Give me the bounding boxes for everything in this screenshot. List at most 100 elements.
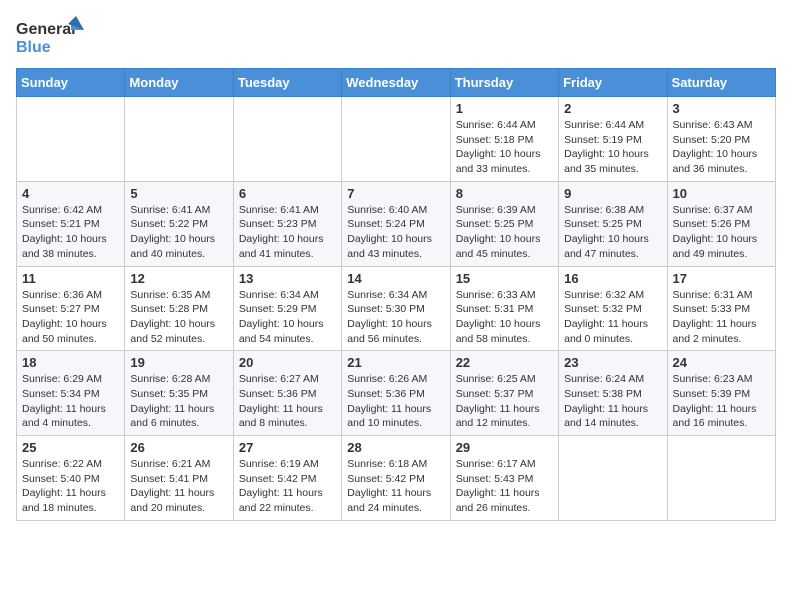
day-number: 21 — [347, 355, 444, 370]
calendar-table: SundayMondayTuesdayWednesdayThursdayFrid… — [16, 68, 776, 521]
day-number: 28 — [347, 440, 444, 455]
day-number: 17 — [673, 271, 770, 286]
day-info: Sunrise: 6:17 AM Sunset: 5:43 PM Dayligh… — [456, 457, 553, 516]
calendar-cell: 5Sunrise: 6:41 AM Sunset: 5:22 PM Daylig… — [125, 181, 233, 266]
calendar-cell: 9 Sunrise: 6:38 AM Sunset: 5:25 PM Daylig… — [559, 181, 667, 266]
calendar-cell: 29 Sunrise: 6:17 AM Sunset: 5:43 PM Dayli… — [450, 436, 558, 521]
day-number: 29 — [456, 440, 553, 455]
calendar-cell — [125, 97, 233, 182]
calendar-cell: 17 Sunrise: 6:31 AM Sunset: 5:33 PM Dayli… — [667, 266, 775, 351]
calendar-cell — [233, 97, 341, 182]
calendar-cell: 24 Sunrise: 6:23 AM Sunset: 5:39 PM Dayli… — [667, 351, 775, 436]
day-number: 9 — [564, 186, 661, 201]
day-number: 24 — [673, 355, 770, 370]
day-info: Sunrise: 6:18 AM Sunset: 5:42 PM Dayligh… — [347, 457, 444, 516]
day-number: 7 — [347, 186, 444, 201]
day-header-wednesday: Wednesday — [342, 69, 450, 97]
day-number: 12 — [130, 271, 227, 286]
calendar-cell: 12 Sunrise: 6:35 AM Sunset: 5:28 PM Dayli… — [125, 266, 233, 351]
day-header-sunday: Sunday — [17, 69, 125, 97]
day-header-monday: Monday — [125, 69, 233, 97]
calendar-cell: 27 Sunrise: 6:19 AM Sunset: 5:42 PM Dayli… — [233, 436, 341, 521]
calendar-cell: 16 Sunrise: 6:32 AM Sunset: 5:32 PM Dayli… — [559, 266, 667, 351]
day-info: Sunrise: 6:44 AM Sunset: 5:19 PM Dayligh… — [564, 118, 661, 177]
day-info: Sunrise: 6:43 AM Sunset: 5:20 PM Dayligh… — [673, 118, 770, 177]
calendar-cell: 25 Sunrise: 6:22 AM Sunset: 5:40 PM Dayli… — [17, 436, 125, 521]
calendar-cell: 1 Sunrise: 6:44 AM Sunset: 5:18 PM Daylig… — [450, 97, 558, 182]
day-info: Sunrise: 6:22 AM Sunset: 5:40 PM Dayligh… — [22, 457, 119, 516]
day-number: 20 — [239, 355, 336, 370]
day-info: Sunrise: 6:24 AM Sunset: 5:38 PM Dayligh… — [564, 372, 661, 431]
day-info: Sunrise: 6:34 AM Sunset: 5:29 PM Dayligh… — [239, 288, 336, 347]
calendar-cell: 28 Sunrise: 6:18 AM Sunset: 5:42 PM Dayli… — [342, 436, 450, 521]
calendar-cell: 19Sunrise: 6:28 AM Sunset: 5:35 PM Dayli… — [125, 351, 233, 436]
day-number: 4 — [22, 186, 119, 201]
day-number: 10 — [673, 186, 770, 201]
page-header: GeneralBlue — [16, 16, 776, 56]
day-info: Sunrise: 6:21 AM Sunset: 5:41 PM Dayligh… — [130, 457, 227, 516]
day-number: 22 — [456, 355, 553, 370]
day-number: 27 — [239, 440, 336, 455]
day-info: Sunrise: 6:44 AM Sunset: 5:18 PM Dayligh… — [456, 118, 553, 177]
day-number: 2 — [564, 101, 661, 116]
day-info: Sunrise: 6:23 AM Sunset: 5:39 PM Dayligh… — [673, 372, 770, 431]
day-info: Sunrise: 6:31 AM Sunset: 5:33 PM Dayligh… — [673, 288, 770, 347]
calendar-cell: 4Sunrise: 6:42 AM Sunset: 5:21 PM Daylig… — [17, 181, 125, 266]
day-info: Sunrise: 6:36 AM Sunset: 5:27 PM Dayligh… — [22, 288, 119, 347]
calendar-cell: 26 Sunrise: 6:21 AM Sunset: 5:41 PM Dayli… — [125, 436, 233, 521]
day-number: 18 — [22, 355, 119, 370]
calendar-cell — [342, 97, 450, 182]
day-number: 8 — [456, 186, 553, 201]
day-info: Sunrise: 6:39 AM Sunset: 5:25 PM Dayligh… — [456, 203, 553, 262]
day-number: 23 — [564, 355, 661, 370]
svg-text:General: General — [16, 21, 76, 38]
calendar-cell: 15Sunrise: 6:33 AM Sunset: 5:31 PM Dayli… — [450, 266, 558, 351]
calendar-cell: 6 Sunrise: 6:41 AM Sunset: 5:23 PM Daylig… — [233, 181, 341, 266]
day-info: Sunrise: 6:34 AM Sunset: 5:30 PM Dayligh… — [347, 288, 444, 347]
svg-text:Blue: Blue — [16, 39, 51, 56]
calendar-cell: 23 Sunrise: 6:24 AM Sunset: 5:38 PM Dayli… — [559, 351, 667, 436]
day-info: Sunrise: 6:27 AM Sunset: 5:36 PM Dayligh… — [239, 372, 336, 431]
calendar-cell: 11 Sunrise: 6:36 AM Sunset: 5:27 PM Dayli… — [17, 266, 125, 351]
calendar-cell — [667, 436, 775, 521]
day-info: Sunrise: 6:29 AM Sunset: 5:34 PM Dayligh… — [22, 372, 119, 431]
day-info: Sunrise: 6:32 AM Sunset: 5:32 PM Dayligh… — [564, 288, 661, 347]
calendar-header: SundayMondayTuesdayWednesdayThursdayFrid… — [17, 69, 776, 97]
day-info: Sunrise: 6:38 AM Sunset: 5:25 PM Dayligh… — [564, 203, 661, 262]
calendar-cell — [559, 436, 667, 521]
calendar-cell: 14 Sunrise: 6:34 AM Sunset: 5:30 PM Dayli… — [342, 266, 450, 351]
calendar-cell: 20 Sunrise: 6:27 AM Sunset: 5:36 PM Dayli… — [233, 351, 341, 436]
day-info: Sunrise: 6:41 AM Sunset: 5:23 PM Dayligh… — [239, 203, 336, 262]
day-header-tuesday: Tuesday — [233, 69, 341, 97]
day-number: 11 — [22, 271, 119, 286]
day-number: 6 — [239, 186, 336, 201]
day-info: Sunrise: 6:19 AM Sunset: 5:42 PM Dayligh… — [239, 457, 336, 516]
day-info: Sunrise: 6:35 AM Sunset: 5:28 PM Dayligh… — [130, 288, 227, 347]
day-info: Sunrise: 6:25 AM Sunset: 5:37 PM Dayligh… — [456, 372, 553, 431]
day-info: Sunrise: 6:33 AM Sunset: 5:31 PM Dayligh… — [456, 288, 553, 347]
day-number: 14 — [347, 271, 444, 286]
day-number: 25 — [22, 440, 119, 455]
logo: GeneralBlue — [16, 16, 86, 56]
day-number: 16 — [564, 271, 661, 286]
day-number: 3 — [673, 101, 770, 116]
calendar-cell: 21 Sunrise: 6:26 AM Sunset: 5:36 PM Dayli… — [342, 351, 450, 436]
calendar-cell: 13 Sunrise: 6:34 AM Sunset: 5:29 PM Dayli… — [233, 266, 341, 351]
day-info: Sunrise: 6:26 AM Sunset: 5:36 PM Dayligh… — [347, 372, 444, 431]
calendar-cell: 7 Sunrise: 6:40 AM Sunset: 5:24 PM Daylig… — [342, 181, 450, 266]
calendar-cell: 2 Sunrise: 6:44 AM Sunset: 5:19 PM Daylig… — [559, 97, 667, 182]
calendar-cell: 18 Sunrise: 6:29 AM Sunset: 5:34 PM Dayli… — [17, 351, 125, 436]
day-info: Sunrise: 6:37 AM Sunset: 5:26 PM Dayligh… — [673, 203, 770, 262]
day-number: 13 — [239, 271, 336, 286]
day-info: Sunrise: 6:40 AM Sunset: 5:24 PM Dayligh… — [347, 203, 444, 262]
day-info: Sunrise: 6:28 AM Sunset: 5:35 PM Dayligh… — [130, 372, 227, 431]
day-number: 1 — [456, 101, 553, 116]
calendar-cell: 3 Sunrise: 6:43 AM Sunset: 5:20 PM Daylig… — [667, 97, 775, 182]
day-number: 26 — [130, 440, 227, 455]
day-header-friday: Friday — [559, 69, 667, 97]
calendar-cell: 22 Sunrise: 6:25 AM Sunset: 5:37 PM Dayli… — [450, 351, 558, 436]
day-header-thursday: Thursday — [450, 69, 558, 97]
calendar-cell: 10 Sunrise: 6:37 AM Sunset: 5:26 PM Dayli… — [667, 181, 775, 266]
calendar-cell: 8 Sunrise: 6:39 AM Sunset: 5:25 PM Daylig… — [450, 181, 558, 266]
day-info: Sunrise: 6:41 AM Sunset: 5:22 PM Dayligh… — [130, 203, 227, 262]
